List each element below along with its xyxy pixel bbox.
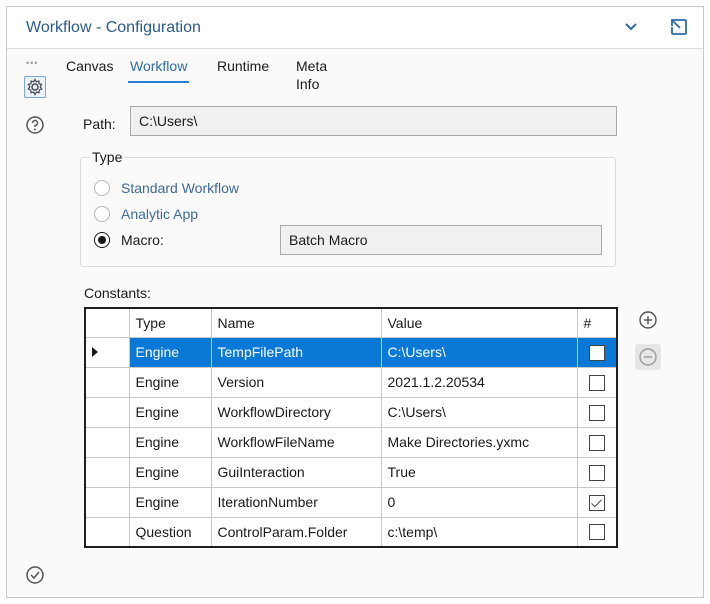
table-row[interactable]: Question ControlParam.Folder c:\temp\ [84, 516, 618, 548]
row-pointer-icon [92, 347, 98, 357]
cell-name[interactable]: TempFilePath [210, 336, 382, 368]
more-dots-icon[interactable]: ••• [26, 58, 38, 68]
cell-hash[interactable] [576, 456, 618, 488]
radio-analytic-app[interactable]: Analytic App [94, 204, 198, 224]
cell-value[interactable]: 2021.1.2.20534 [380, 366, 578, 398]
table-row[interactable]: Engine WorkflowFileName Make Directories… [84, 426, 618, 458]
cell-hash[interactable] [576, 516, 618, 548]
checkbox[interactable] [588, 434, 605, 451]
checkbox-checked[interactable] [588, 494, 605, 511]
radio-label: Macro: [121, 232, 164, 248]
add-row-icon[interactable] [637, 309, 659, 331]
tab-runtime[interactable]: Runtime [215, 57, 271, 83]
cell-type[interactable]: Engine [128, 396, 212, 428]
radio-button[interactable] [94, 232, 110, 248]
table-row[interactable]: Engine Version 2021.1.2.20534 [84, 366, 618, 398]
row-selector[interactable] [84, 486, 130, 518]
table-row[interactable]: Engine TempFilePath C:\Users\ [84, 336, 618, 368]
radio-label: Analytic App [121, 206, 199, 222]
row-selector[interactable] [84, 456, 130, 488]
radio-label: Standard Workflow [121, 180, 240, 196]
checkbox[interactable] [588, 464, 605, 481]
side-rail: ••• [7, 50, 59, 598]
help-icon[interactable] [24, 114, 46, 136]
cell-value[interactable]: True [380, 456, 578, 488]
path-field[interactable]: C:\Users\ [130, 106, 617, 136]
check-circle-icon[interactable] [24, 564, 46, 586]
table-header-row: Type Name Value # [84, 307, 618, 338]
row-selector[interactable] [84, 396, 130, 428]
table-row[interactable]: Engine WorkflowDirectory C:\Users\ [84, 396, 618, 428]
radio-button[interactable] [94, 206, 110, 222]
radio-standard-workflow[interactable]: Standard Workflow [94, 178, 239, 198]
cell-type[interactable]: Engine [128, 486, 212, 518]
tab-workflow[interactable]: Workflow [128, 57, 190, 83]
chevron-down-icon[interactable] [619, 15, 643, 39]
tab-meta-info[interactable]: Meta Info [294, 57, 329, 92]
cell-value[interactable]: c:\temp\ [380, 516, 578, 548]
column-header-value[interactable]: Value [380, 307, 578, 338]
tab-canvas[interactable]: Canvas [64, 57, 115, 83]
cell-name[interactable]: Version [210, 366, 382, 398]
undock-icon[interactable] [667, 15, 691, 39]
cell-name[interactable]: ControlParam.Folder [210, 516, 382, 548]
constants-label: Constants: [84, 285, 151, 301]
cell-name[interactable]: IterationNumber [210, 486, 382, 518]
type-group-title: Type [90, 149, 125, 165]
cell-type[interactable]: Engine [128, 366, 212, 398]
cell-type[interactable]: Question [128, 516, 212, 548]
checkbox[interactable] [588, 374, 605, 391]
cell-hash[interactable] [576, 426, 618, 458]
cell-type[interactable]: Engine [128, 426, 212, 458]
column-header-type[interactable]: Type [128, 307, 212, 338]
cell-name[interactable]: GuiInteraction [210, 456, 382, 488]
radio-button[interactable] [94, 180, 110, 196]
window-title: Workflow - Configuration [26, 19, 201, 36]
cell-name[interactable]: WorkflowFileName [210, 426, 382, 458]
row-selector[interactable] [84, 516, 130, 548]
cell-hash[interactable] [576, 486, 618, 518]
cell-name[interactable]: WorkflowDirectory [210, 396, 382, 428]
row-selector[interactable] [84, 366, 130, 398]
cell-value[interactable]: Make Directories.yxmc [380, 426, 578, 458]
row-header-corner [84, 307, 130, 338]
checkbox[interactable] [588, 524, 605, 541]
checkbox[interactable] [588, 404, 605, 421]
remove-row-icon[interactable] [635, 344, 661, 370]
column-header-name[interactable]: Name [210, 307, 382, 338]
row-selector[interactable] [84, 426, 130, 458]
cell-value[interactable]: 0 [380, 486, 578, 518]
cell-hash[interactable] [576, 396, 618, 428]
gear-icon[interactable] [24, 76, 46, 98]
column-header-hash[interactable]: # [576, 307, 618, 338]
radio-macro[interactable]: Macro: [94, 230, 164, 250]
path-label: Path: [83, 116, 116, 132]
cell-value[interactable]: C:\Users\ [380, 336, 578, 368]
table-row[interactable]: Engine IterationNumber 0 [84, 486, 618, 518]
cell-type[interactable]: Engine [128, 336, 212, 368]
title-bar: Workflow - Configuration [7, 7, 703, 49]
cell-hash[interactable] [576, 366, 618, 398]
cell-hash[interactable] [576, 336, 618, 368]
macro-type-field[interactable]: Batch Macro [280, 225, 602, 255]
table-row[interactable]: Engine GuiInteraction True [84, 456, 618, 488]
cell-type[interactable]: Engine [128, 456, 212, 488]
row-selector[interactable] [84, 336, 130, 368]
checkbox[interactable] [588, 344, 605, 361]
constants-table: Type Name Value # Engine TempFilePath C:… [84, 307, 618, 548]
cell-value[interactable]: C:\Users\ [380, 396, 578, 428]
